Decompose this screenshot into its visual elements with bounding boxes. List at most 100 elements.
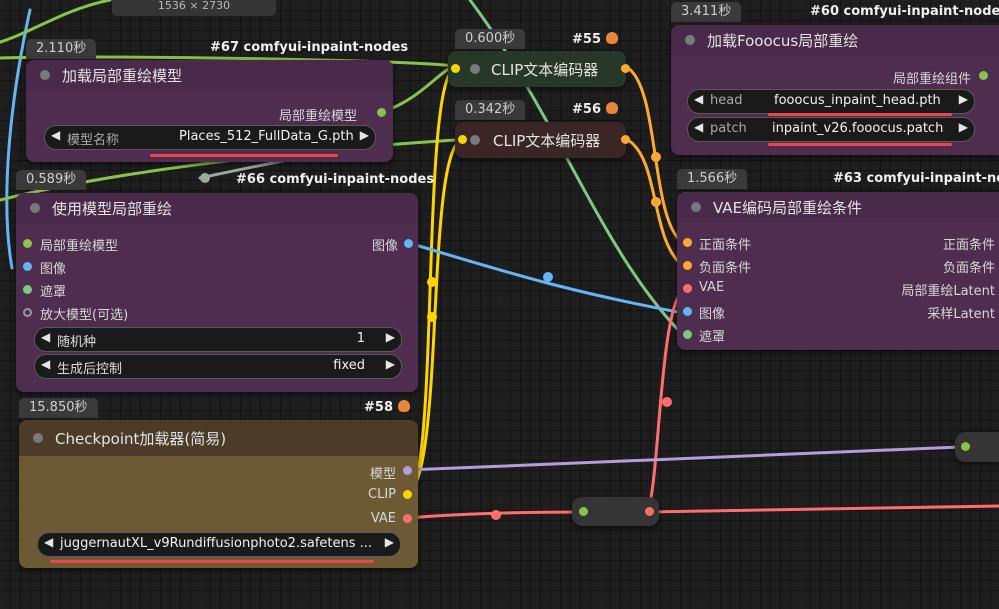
checkpoint-combo[interactable]: ◀ juggernautXL_v9Rundiffusionphoto2.safe… (37, 532, 401, 557)
output-slot-inpaint-model[interactable] (377, 108, 386, 117)
node-66-time: 0.589秒 (16, 170, 87, 190)
arrow-right-icon[interactable]: ▶ (959, 120, 968, 134)
arrow-right-icon[interactable]: ▶ (386, 330, 395, 344)
patch-combo[interactable]: ◀ patch inpaint_v26.fooocus.patch ▶ (687, 117, 975, 142)
node-load-inpaint-model[interactable]: 加载局部重绘模型 局部重绘模型 ◀ 模型名称 Places_512_FullDa… (26, 60, 393, 162)
node-title-bar[interactable]: 使用模型局部重绘 (16, 193, 418, 223)
node-checkpoint-loader-simple[interactable]: Checkpoint加载器(简易) 模型 CLIP VAE ◀ juggerna… (19, 420, 418, 568)
output-slot-clip[interactable] (403, 490, 412, 499)
wire-cond-b (626, 138, 685, 268)
input-slot-clip[interactable] (458, 135, 467, 144)
arrow-right-icon[interactable]: ▶ (386, 357, 395, 371)
wire-image (407, 241, 685, 315)
node-55-id: #55 (572, 32, 618, 47)
node-63-time: 1.566秒 (677, 169, 748, 189)
reroute-dot-clip-1 (427, 277, 437, 287)
input-label: 图像 (699, 307, 726, 322)
node-vae-encode-inpaint-conditioning[interactable]: VAE编码局部重绘条件 正面条件 负面条件 VAE 图像 遮罩 正面条件 负面条… (677, 192, 999, 350)
input-slot-inpaint-model[interactable] (23, 239, 32, 248)
input-slot-mask[interactable] (23, 285, 32, 294)
node-title-bar[interactable]: Checkpoint加载器(简易) (19, 420, 418, 456)
reroute-node-vae[interactable] (572, 497, 659, 526)
input-slot[interactable] (579, 507, 588, 516)
widget-value: fixed (333, 358, 365, 373)
arrow-left-icon[interactable]: ◀ (51, 128, 60, 142)
node-58-time: 15.850秒 (19, 398, 98, 418)
node-60-time: 3.411秒 (671, 2, 742, 22)
output-slot-image[interactable] (404, 239, 413, 248)
model-name-combo[interactable]: ◀ 模型名称 Places_512_FullData_G.pth ▶ (44, 125, 376, 150)
input-slot-upscale-model[interactable] (23, 308, 32, 317)
node-58-id-text: #58 (364, 400, 393, 415)
node-55-id-text: #55 (572, 32, 601, 47)
arrow-left-icon[interactable]: ◀ (41, 330, 50, 344)
node-67-time: 2.110秒 (26, 39, 97, 59)
input-slot[interactable] (961, 442, 970, 451)
collapse-dot-icon[interactable] (33, 433, 43, 443)
widget-label: 随机种 (57, 335, 97, 350)
output-slot-vae[interactable] (403, 514, 412, 523)
head-combo[interactable]: ◀ head fooocus_inpaint_head.pth ▶ (687, 89, 975, 114)
widget-value: fooocus_inpaint_head.pth (774, 93, 941, 108)
reroute-dot-cond-1 (651, 152, 661, 162)
arrow-left-icon[interactable]: ◀ (694, 120, 703, 134)
node-clip-text-encode-55[interactable]: CLIP文本编码器 (448, 51, 630, 87)
output-slot[interactable] (645, 507, 654, 516)
arrow-left-icon[interactable]: ◀ (44, 535, 53, 549)
output-label: 图像 (371, 239, 398, 254)
output-label: 局部重绘Latent (901, 284, 995, 299)
collapse-dot-icon[interactable] (691, 202, 701, 212)
arrow-right-icon[interactable]: ▶ (360, 128, 369, 142)
input-slot-mask[interactable] (683, 330, 692, 339)
input-slot-clip[interactable] (451, 64, 460, 73)
wire-vae-main (405, 504, 999, 520)
input-label: 正面条件 (699, 238, 752, 253)
node-load-fooocus-inpaint[interactable]: 加载Fooocus局部重绘 局部重绘组件 ◀ head fooocus_inpa… (671, 25, 999, 155)
wire-model (405, 445, 962, 472)
widget-label: 模型名称 (67, 133, 120, 148)
seed-widget[interactable]: ◀ 随机种 1 ▶ (34, 327, 402, 352)
output-label: 局部重绘模型 (278, 109, 357, 124)
output-label: 负面条件 (942, 261, 995, 276)
node-title: VAE编码局部重绘条件 (713, 198, 863, 217)
output-label: CLIP (368, 487, 396, 502)
input-label: 负面条件 (699, 261, 752, 276)
reroute-dot-vae (491, 510, 501, 520)
annotation-underline (50, 560, 374, 563)
image-size-label: 1536 × 2730 (112, 0, 276, 16)
output-slot-model[interactable] (403, 466, 412, 475)
collapse-dot-icon[interactable] (470, 64, 480, 74)
reroute-node-model[interactable] (955, 432, 999, 462)
input-slot-positive[interactable] (683, 238, 692, 247)
output-slot-conditioning[interactable] (621, 135, 630, 144)
input-slot-vae[interactable] (683, 284, 692, 293)
control-after-generate-widget[interactable]: ◀ 生成后控制 fixed ▶ (34, 354, 402, 379)
reroute-dot-clip-2 (427, 312, 437, 322)
node-58-id: #58 (364, 400, 410, 415)
node-title-bar[interactable]: 加载局部重绘模型 (26, 60, 393, 90)
input-label: 遮罩 (699, 330, 726, 345)
arrow-left-icon[interactable]: ◀ (41, 357, 50, 371)
arrow-right-icon[interactable]: ▶ (959, 92, 968, 106)
node-title-bar[interactable]: VAE编码局部重绘条件 (677, 192, 999, 222)
collapse-dot-icon[interactable] (30, 203, 40, 213)
output-slot-inpaint-patch[interactable] (979, 71, 988, 80)
node-title-bar[interactable]: 加载Fooocus局部重绘 (671, 25, 999, 55)
collapse-dot-icon[interactable] (40, 70, 50, 80)
fox-icon (605, 32, 618, 44)
collapse-dot-icon[interactable] (685, 35, 695, 45)
input-slot-negative[interactable] (683, 261, 692, 270)
arrow-right-icon[interactable]: ▶ (385, 535, 394, 549)
node-66-id: #66 comfyui-inpaint-nodes (236, 172, 435, 187)
input-slot-image[interactable] (23, 262, 32, 271)
node-inpaint-with-model[interactable]: 使用模型局部重绘 局部重绘模型 图像 遮罩 放大模型(可选) 图像 ◀ 随机种 … (16, 193, 418, 392)
collapse-dot-icon[interactable] (470, 135, 480, 145)
node-title: 加载局部重绘模型 (62, 66, 183, 85)
input-label: 放大模型(可选) (40, 308, 129, 323)
arrow-left-icon[interactable]: ◀ (694, 92, 703, 106)
annotation-underline (768, 113, 952, 116)
output-slot-conditioning[interactable] (621, 64, 630, 73)
node-title: Checkpoint加载器(简易) (55, 429, 227, 448)
node-clip-text-encode-56[interactable]: CLIP文本编码器 (455, 122, 630, 158)
input-slot-image[interactable] (683, 307, 692, 316)
